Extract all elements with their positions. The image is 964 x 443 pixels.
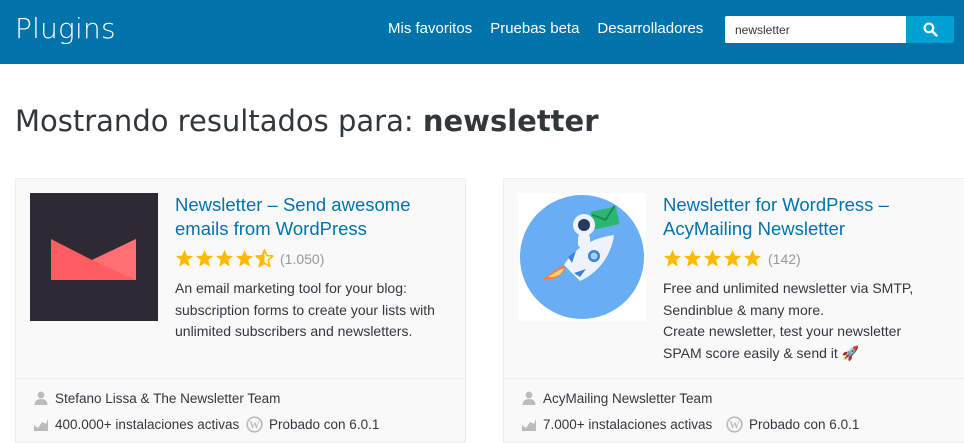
- plugin-author: Stefano Lissa & The Newsletter Team: [33, 390, 280, 406]
- plugin-installs: 7.000+ instalaciones activas: [521, 416, 712, 432]
- plugin-rating: (142): [663, 249, 801, 268]
- nav-beta[interactable]: Pruebas beta: [490, 19, 579, 39]
- site-header: Plugins Mis favoritos Pruebas beta Desar…: [0, 0, 964, 64]
- star-icon: [663, 249, 682, 267]
- plugin-description: Free and unlimited newsletter via SMTP, …: [663, 278, 943, 364]
- plugin-title[interactable]: Newsletter – Send awesome emails from Wo…: [175, 193, 435, 241]
- author-name: AcyMailing Newsletter Team: [543, 390, 713, 406]
- chart-icon: [34, 419, 48, 431]
- user-icon: [522, 391, 536, 405]
- star-half-icon: [255, 249, 274, 268]
- results-prefix: Mostrando resultados para:: [15, 104, 414, 138]
- newsletter-plugin-icon[interactable]: [30, 193, 158, 321]
- acymailing-rocket-icon[interactable]: [518, 193, 646, 321]
- search-button[interactable]: [906, 16, 954, 43]
- svg-text:W: W: [729, 420, 740, 431]
- wordpress-icon: W: [726, 416, 743, 433]
- search-form: [725, 16, 954, 43]
- search-input[interactable]: [725, 16, 906, 43]
- site-title[interactable]: Plugins: [15, 12, 116, 45]
- svg-text:W: W: [249, 420, 260, 431]
- plugin-tested: W Probado con 6.0.1: [246, 416, 379, 433]
- star-rating: [663, 249, 762, 268]
- star-rating: [175, 249, 274, 268]
- results-query: newsletter: [422, 104, 599, 138]
- main-nav: Mis favoritos Pruebas beta Desarrollador…: [388, 19, 703, 39]
- star-icon: [703, 249, 722, 267]
- search-icon: [923, 22, 938, 37]
- install-count: 400.000+ instalaciones activas: [55, 416, 240, 432]
- description-line: Free and unlimited newsletter via SMTP, …: [663, 280, 914, 318]
- tested-version: Probado con 6.0.1: [749, 417, 860, 432]
- star-icon: [743, 249, 762, 267]
- plugin-tested: W Probado con 6.0.1: [726, 416, 859, 433]
- results-heading: Mostrando resultados para: newsletter: [15, 104, 599, 138]
- star-icon: [683, 249, 702, 267]
- wordpress-icon: W: [246, 416, 263, 433]
- description-line: Create newsletter, test your newsletter …: [663, 323, 902, 361]
- star-icon: [723, 249, 742, 267]
- rating-count: (142): [768, 250, 801, 267]
- plugin-card: Newsletter – Send awesome emails from Wo…: [15, 178, 466, 443]
- rating-count: (1.050): [280, 250, 325, 267]
- user-icon: [34, 391, 48, 405]
- plugin-author: AcyMailing Newsletter Team: [521, 390, 712, 406]
- plugin-card-footer: Stefano Lissa & The Newsletter Team 400.…: [16, 378, 465, 442]
- tested-version: Probado con 6.0.1: [269, 417, 380, 432]
- star-icon: [175, 249, 194, 267]
- plugin-card: Newsletter for WordPress – AcyMailing Ne…: [503, 178, 964, 443]
- nav-favorites[interactable]: Mis favoritos: [388, 19, 472, 39]
- star-icon: [195, 249, 214, 267]
- star-icon: [235, 249, 254, 267]
- plugin-installs: 400.000+ instalaciones activas: [33, 416, 239, 432]
- author-name: Stefano Lissa & The Newsletter Team: [55, 390, 281, 406]
- plugin-title[interactable]: Newsletter for WordPress – AcyMailing Ne…: [663, 193, 923, 241]
- star-icon: [215, 249, 234, 267]
- chart-icon: [522, 419, 536, 431]
- plugin-description: An email marketing tool for your blog: s…: [175, 280, 435, 339]
- install-count: 7.000+ instalaciones activas: [543, 416, 713, 432]
- plugin-card-footer: AcyMailing Newsletter Team 7.000+ instal…: [504, 378, 964, 442]
- plugin-rating: (1.050): [175, 249, 324, 268]
- nav-developers[interactable]: Desarrolladores: [597, 19, 703, 39]
